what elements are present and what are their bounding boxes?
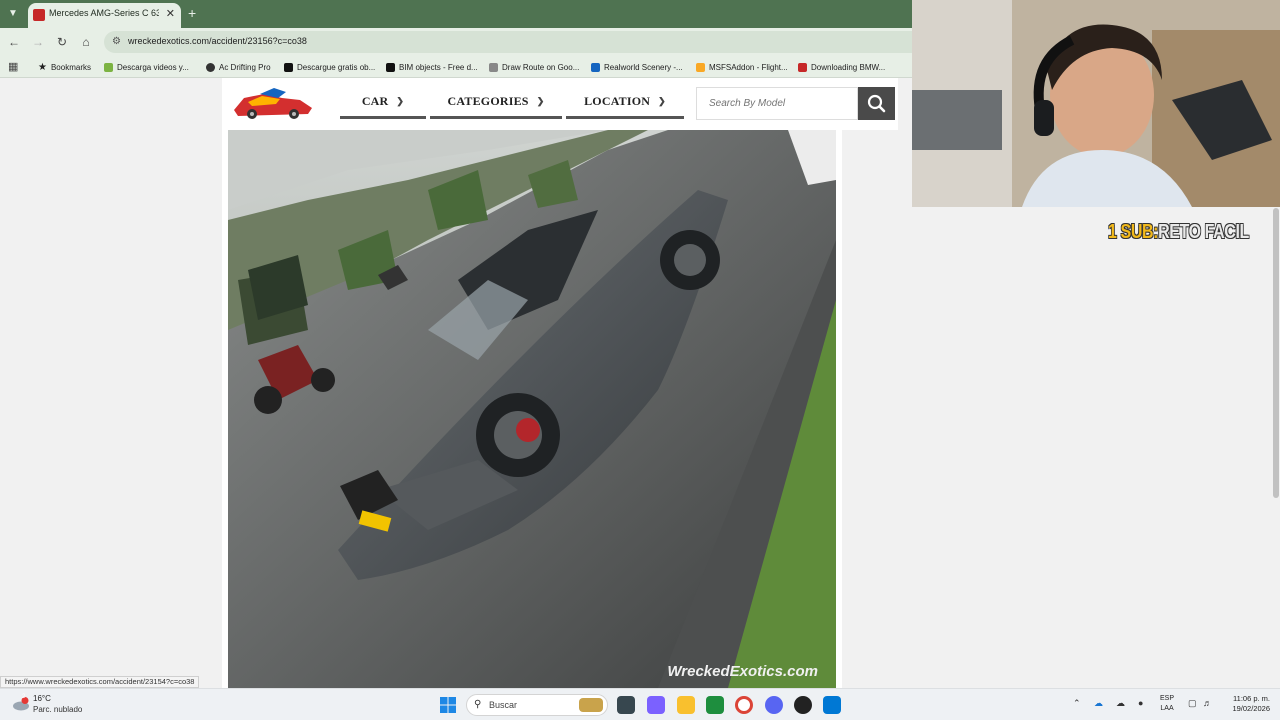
wrecked-car-image <box>228 130 836 688</box>
back-arrow-icon[interactable]: ← <box>6 34 22 50</box>
chrome-icon[interactable] <box>735 696 753 714</box>
site-header: CAR ❯ CATEGORIES ❯ LOCATION ❯ <box>222 78 898 130</box>
bookmark-favicon-icon <box>591 62 600 72</box>
bookmark-item[interactable]: MSFSAddon - Flight... <box>696 60 788 74</box>
sub-count-label: 1 SUB: <box>1108 221 1159 243</box>
volume-icon[interactable]: ♬ <box>1203 698 1212 708</box>
clock-date: 19/02/2026 <box>1232 704 1270 713</box>
search-icon <box>867 94 886 113</box>
site-info-icon[interactable]: ⚙ <box>112 36 121 47</box>
globe-icon <box>206 62 215 72</box>
bookmark-item[interactable]: Descarga videos y... <box>104 60 189 74</box>
menu-categories-dropdown[interactable]: CATEGORIES ❯ <box>430 87 562 119</box>
language-indicator[interactable]: ESP LAA <box>1160 694 1174 714</box>
menu-car-label: CAR <box>361 94 389 108</box>
chevron-down-icon: ❯ <box>396 96 405 106</box>
site-favicon-icon <box>33 9 45 21</box>
onedrive-icon[interactable]: ☁ <box>1094 698 1103 709</box>
link-status-url: https://www.wreckedexotics.com/accident/… <box>0 676 200 688</box>
close-tab-icon[interactable]: ✕ <box>166 7 175 20</box>
bookmark-favicon-icon <box>284 62 293 72</box>
download-arrow-icon <box>104 62 113 72</box>
weather-description[interactable]: Parc. nublado <box>33 705 82 714</box>
tab-title: Mercedes AMG-Series C 63 cra <box>49 8 159 18</box>
display-icon[interactable]: ▢ <box>1188 698 1197 709</box>
show-hidden-icons-chevron-icon[interactable]: ⌃ <box>1073 698 1081 709</box>
bookmark-item[interactable]: Descargue gratis ob... <box>284 60 375 74</box>
file-explorer-icon[interactable] <box>677 696 695 714</box>
menu-categories-label: CATEGORIES <box>447 94 529 108</box>
steam-icon[interactable] <box>794 696 812 714</box>
discord-icon[interactable] <box>765 696 783 714</box>
weather-cloud-icon[interactable] <box>12 697 30 711</box>
bookmark-item[interactable]: Downloading BMW... <box>798 60 885 74</box>
apps-grid-icon[interactable]: ▦ <box>8 60 18 73</box>
menu-location-dropdown[interactable]: LOCATION ❯ <box>566 87 684 119</box>
address-text[interactable]: wreckedexotics.com/accident/23156?c=co38 <box>128 36 307 46</box>
chevron-down-icon: ❯ <box>536 96 545 106</box>
menu-car-dropdown[interactable]: CAR ❯ <box>340 87 426 119</box>
clock-time: 11:06 p. m. <box>1233 694 1270 703</box>
sub-challenge-overlay: 1 SUB:RETO FACIL <box>1108 221 1249 244</box>
task-view-icon[interactable] <box>617 696 635 714</box>
browser-tab[interactable]: Mercedes AMG-Series C 63 cra ✕ <box>28 3 181 28</box>
network-icon[interactable]: ☁ <box>1116 698 1125 709</box>
scrollbar-thumb[interactable] <box>1273 208 1279 498</box>
bookmark-item[interactable]: Realworld Scenery -... <box>591 60 683 74</box>
search-button[interactable] <box>858 87 895 120</box>
home-icon[interactable]: ⌂ <box>78 34 94 50</box>
search-icon: ⚲ <box>474 699 482 710</box>
chevron-down-icon: ❯ <box>658 96 666 106</box>
reload-icon[interactable]: ↻ <box>54 34 70 50</box>
bookmark-favicon-icon <box>696 62 705 72</box>
windows-taskbar: 2 16°C Parc. nublado ⚲ Buscar ⌃ ☁ ☁ ● ES… <box>0 688 1280 720</box>
watermark-text: WreckedExotics.com <box>667 663 818 680</box>
bookmark-favicon-icon <box>489 62 498 72</box>
copilot-icon[interactable] <box>647 696 665 714</box>
store-icon[interactable] <box>823 696 841 714</box>
taskbar-search-box[interactable]: ⚲ Buscar <box>466 694 608 716</box>
weather-temperature[interactable]: 16°C <box>33 694 51 703</box>
system-clock[interactable]: 11:06 p. m. 19/02/2026 <box>1222 694 1270 714</box>
tab-search-chevron-icon[interactable]: ▼ <box>4 5 22 23</box>
streamer-webcam-image <box>912 0 1280 207</box>
challenge-label: RETO FACIL <box>1158 221 1249 243</box>
menu-location-label: LOCATION <box>584 94 651 108</box>
bookmark-item[interactable]: Draw Route on Goo... <box>489 60 579 74</box>
address-bar[interactable]: ⚙ wreckedexotics.com/accident/23156?c=co… <box>104 31 912 53</box>
accident-photo[interactable]: WreckedExotics.com <box>228 130 836 688</box>
taskbar-search-label: Buscar <box>489 700 518 710</box>
star-icon: ★ <box>38 61 47 73</box>
bookmark-item[interactable]: Ac Drifting Pro <box>206 60 271 74</box>
bookmark-item[interactable]: ★ Bookmarks <box>38 60 91 74</box>
new-tab-plus-icon[interactable]: + <box>188 5 196 21</box>
forward-arrow-icon[interactable]: → <box>30 34 46 50</box>
bookmark-favicon-icon <box>386 62 395 72</box>
excel-icon[interactable] <box>706 696 724 714</box>
browser-toolbar: ← → ↻ ⌂ ⚙ wreckedexotics.com/accident/23… <box>0 28 912 56</box>
search-input[interactable] <box>696 87 858 120</box>
bookmarks-bar: ▦ ★ Bookmarks Descarga videos y... Ac Dr… <box>0 56 912 78</box>
site-logo[interactable] <box>230 84 316 122</box>
windows-start-icon[interactable] <box>440 697 456 713</box>
bookmark-item[interactable]: BIM objects - Free d... <box>386 60 478 74</box>
microphone-icon[interactable]: ● <box>1138 698 1143 708</box>
webcam-feed <box>912 0 1280 207</box>
notification-count: 2 <box>22 694 26 700</box>
search-highlight-icon <box>579 698 603 712</box>
bookmark-favicon-icon <box>798 62 807 72</box>
accident-photo-frame: WreckedExotics.com <box>222 130 842 688</box>
